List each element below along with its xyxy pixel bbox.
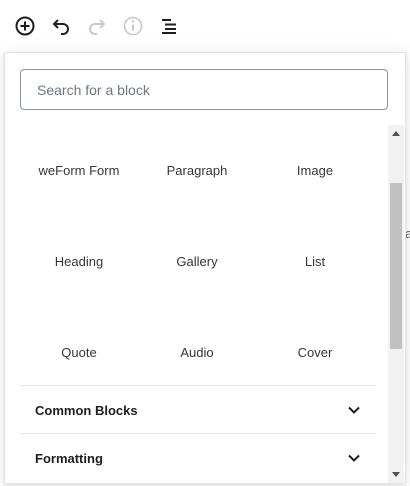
block-item-label: Audio [180, 345, 214, 360]
info-icon [123, 16, 143, 36]
block-item-audio[interactable]: Audio [138, 301, 256, 361]
chevron-down-icon [342, 446, 366, 470]
block-item-list[interactable]: List [256, 210, 374, 270]
block-item-gallery[interactable]: Gallery [138, 210, 256, 270]
scroll-thumb[interactable] [390, 183, 402, 349]
scroll-down-arrow[interactable] [388, 467, 404, 483]
block-item-label: Image [296, 163, 334, 178]
panel-scrollbar[interactable] [388, 125, 404, 483]
add-block-button[interactable] [13, 14, 37, 38]
block-item-quote[interactable]: Quote [20, 301, 138, 361]
block-item-heading[interactable]: Heading [20, 210, 138, 270]
list-icon [162, 19, 176, 34]
block-inserter-panel: weForm Form Paragraph Image Heading Gall… [4, 52, 406, 484]
section-title: Formatting [35, 450, 103, 466]
block-item-label: Cover [297, 345, 333, 360]
block-item-label: Paragraph [166, 163, 228, 178]
content-info-button[interactable] [121, 14, 145, 38]
undo-icon [52, 19, 69, 35]
search-container [20, 69, 388, 110]
plus-circle-icon [15, 16, 35, 36]
section-title: Common Blocks [35, 402, 138, 418]
block-search-input[interactable] [20, 69, 388, 110]
undo-button[interactable] [49, 14, 73, 38]
block-item-label: Gallery [176, 254, 218, 269]
editor-toolbar [0, 0, 410, 52]
block-item-label: Quote [61, 345, 97, 360]
redo-button[interactable] [85, 14, 109, 38]
block-item-label: List [304, 254, 326, 269]
block-item-label: weForm Form [38, 163, 120, 178]
block-item-weform-form[interactable]: weForm Form [20, 119, 138, 179]
block-item-paragraph[interactable]: Paragraph [138, 119, 256, 179]
scroll-up-arrow[interactable] [388, 125, 404, 141]
block-item-label: Heading [54, 254, 104, 269]
block-item-image[interactable]: Image [256, 119, 374, 179]
block-navigation-button[interactable] [157, 14, 181, 38]
section-formatting[interactable]: Formatting [20, 433, 376, 482]
redo-icon [89, 19, 106, 35]
block-item-cover[interactable]: Cover [256, 301, 374, 361]
chevron-down-icon [342, 398, 366, 422]
section-common-blocks[interactable]: Common Blocks [20, 385, 376, 434]
